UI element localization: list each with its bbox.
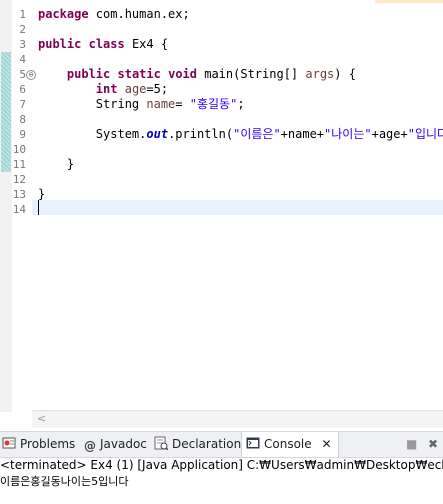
- line-number: 10: [12, 143, 26, 156]
- editor-gutter: 1 2 3 4 5 6 7 8 9 10 11 12 13 14 ⊖: [0, 0, 36, 412]
- line-number: 7: [19, 98, 26, 111]
- line-number: 13: [12, 188, 26, 201]
- keyword: public: [66, 67, 111, 81]
- code-text: =: [175, 97, 190, 111]
- keyword: int: [95, 82, 118, 96]
- code-line-11: }: [38, 157, 74, 172]
- string-literal: "입니다": [407, 127, 443, 141]
- line-number: 3: [19, 38, 26, 51]
- code-text: +age+: [371, 127, 408, 141]
- tab-label: Javadoc: [100, 437, 147, 451]
- code-line-9: System.out.println("이름은"+name+"나이는"+age+…: [38, 127, 443, 142]
- code-line-3: public class Ex4 {: [38, 37, 168, 52]
- console-icon: [246, 434, 260, 449]
- tab-javadoc[interactable]: @ Javadoc: [84, 432, 147, 457]
- variable: name: [146, 97, 176, 111]
- string-literal: "홍길동": [189, 97, 238, 111]
- code-text: main(String[]: [197, 67, 306, 81]
- code-editor[interactable]: 1 2 3 4 5 6 7 8 9 10 11 12 13 14 ⊖ packa…: [0, 0, 443, 412]
- code-line-7: String name= "홍길동";: [38, 97, 245, 112]
- line-number: 6: [19, 83, 26, 96]
- at-sign-icon: @: [84, 439, 96, 453]
- code-text: ;: [237, 97, 245, 111]
- code-text: }: [38, 187, 46, 201]
- line-number: 5: [19, 68, 26, 81]
- variable: age: [124, 82, 147, 96]
- text-caret: [38, 200, 39, 215]
- tab-problems[interactable]: Problems: [2, 432, 75, 457]
- code-text: }: [66, 157, 75, 171]
- line-number: 1: [19, 8, 26, 21]
- static-field: out: [146, 127, 169, 141]
- line-number: 12: [12, 173, 26, 186]
- remove-launch-icon[interactable]: ✖: [428, 432, 438, 457]
- code-line-5: public static void main(String[] args) {: [38, 67, 356, 82]
- code-line-1: package com.human.ex;: [38, 7, 190, 22]
- change-marker: [1, 52, 11, 127]
- scroll-left-arrow-icon[interactable]: <: [37, 412, 46, 425]
- line-number: 14: [12, 203, 26, 216]
- line-number: 2: [19, 23, 26, 36]
- tab-console[interactable]: Console ✕: [241, 432, 339, 457]
- fold-collapse-icon[interactable]: ⊖: [26, 70, 36, 80]
- string-literal: "나이는": [324, 127, 372, 141]
- code-text: Ex4 {: [124, 37, 169, 51]
- code-line-6: int age=5;: [38, 82, 168, 97]
- bottom-panel-tabs: Problems @ Javadoc Declaration Console ✕ …: [0, 431, 443, 458]
- stop-icon[interactable]: ■: [406, 432, 417, 457]
- line-number: 4: [19, 53, 26, 66]
- string-literal: "이름은": [233, 127, 281, 141]
- console-output[interactable]: 이름은홍길동나이는5입니다: [0, 473, 443, 490]
- change-marker: [1, 127, 11, 172]
- keyword: class: [88, 37, 125, 51]
- problems-icon: [2, 434, 16, 449]
- keyword: static: [117, 67, 161, 81]
- line-number: 8: [19, 113, 26, 126]
- close-icon[interactable]: ✕: [321, 437, 331, 451]
- code-text: .println(: [168, 127, 234, 141]
- code-text: System.: [95, 127, 147, 141]
- overview-highlight: [375, 0, 443, 3]
- line-number: 9: [19, 128, 26, 141]
- parameter: args: [305, 67, 335, 81]
- code-line-13: }: [38, 187, 45, 202]
- line-number: 11: [12, 158, 26, 171]
- current-line-highlight: [32, 200, 443, 215]
- tab-label: Declaration: [172, 437, 242, 451]
- code-text: com.human.ex;: [88, 7, 190, 21]
- tab-declaration[interactable]: Declaration: [154, 432, 241, 457]
- code-text: String: [95, 97, 147, 111]
- change-ruler: [0, 0, 12, 412]
- console-status-line: <terminated> Ex4 (1) [Java Application] …: [0, 458, 443, 472]
- tab-label: Console: [264, 437, 312, 451]
- keyword: void: [168, 67, 197, 81]
- code-text: =5;: [146, 82, 169, 96]
- keyword: package: [38, 7, 89, 21]
- declaration-icon: [154, 434, 169, 451]
- tab-label: Problems: [20, 437, 76, 451]
- horizontal-scrollbar[interactable]: <: [32, 410, 443, 428]
- code-text: ) {: [334, 67, 356, 81]
- keyword: public: [38, 37, 82, 51]
- code-text: +name+: [280, 127, 325, 141]
